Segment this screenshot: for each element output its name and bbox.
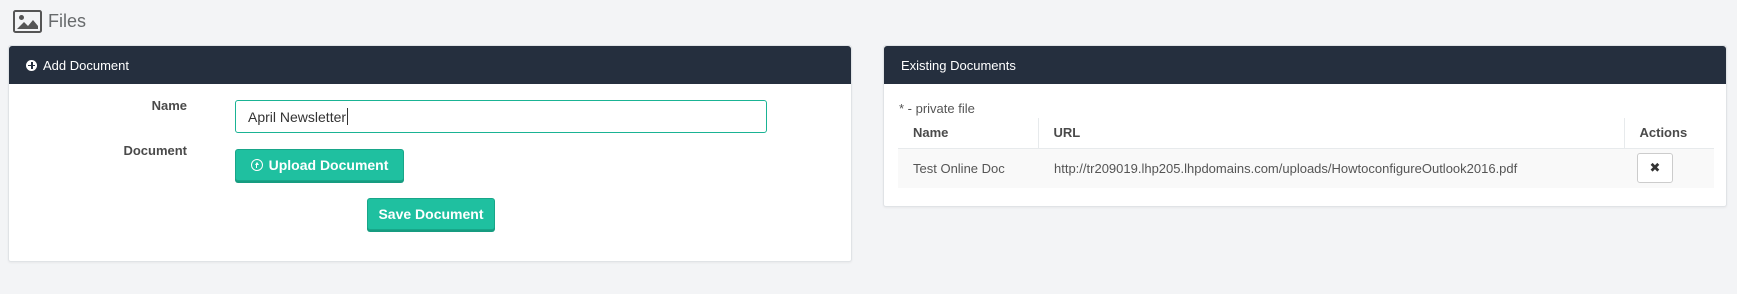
- text-caret: [347, 108, 349, 125]
- page-title: Files: [48, 10, 87, 31]
- existing-documents-panel: Existing Documents * - private file Name…: [883, 45, 1727, 207]
- document-label: Document: [123, 143, 187, 158]
- upload-button-label: Upload Document: [268, 157, 389, 173]
- column-header-url: URL: [1037, 118, 1624, 149]
- name-input-value: April Newsletter: [248, 108, 347, 125]
- table-row: Test Online Doc http://tr209019.lhp205.l…: [898, 148, 1714, 188]
- existing-documents-title: Existing Documents: [901, 57, 1016, 73]
- private-file-note: * - private file: [899, 101, 975, 116]
- image-icon: [13, 9, 42, 33]
- table-header-row: Name URL Actions: [898, 118, 1714, 149]
- name-input[interactable]: April Newsletter: [235, 100, 767, 133]
- document-url-cell: http://tr209019.lhp205.lhpdomains.com/up…: [1038, 148, 1624, 188]
- documents-table: Name URL Actions Test Online Doc http://…: [898, 118, 1714, 188]
- document-actions-cell: ✖: [1624, 148, 1714, 188]
- close-icon: ✖: [1649, 160, 1661, 176]
- add-document-title: Add Document: [43, 57, 129, 73]
- delete-document-button[interactable]: ✖: [1637, 153, 1673, 184]
- document-name-cell: Test Online Doc: [898, 148, 1038, 188]
- page-header: Files: [13, 8, 86, 34]
- name-label: Name: [151, 98, 187, 113]
- plus-circle-icon: [26, 59, 37, 71]
- arrow-up-circle-icon: [250, 159, 263, 171]
- add-document-panel: Add Document Name April Newsletter Docum…: [8, 45, 852, 262]
- upload-document-button[interactable]: Upload Document: [235, 149, 404, 181]
- column-header-name: Name: [898, 118, 1038, 149]
- existing-documents-heading: Existing Documents: [884, 46, 1726, 84]
- column-header-actions: Actions: [1623, 118, 1714, 149]
- save-document-button[interactable]: Save Document: [367, 198, 495, 230]
- add-document-heading: Add Document: [9, 46, 851, 84]
- save-button-label: Save Document: [378, 206, 484, 222]
